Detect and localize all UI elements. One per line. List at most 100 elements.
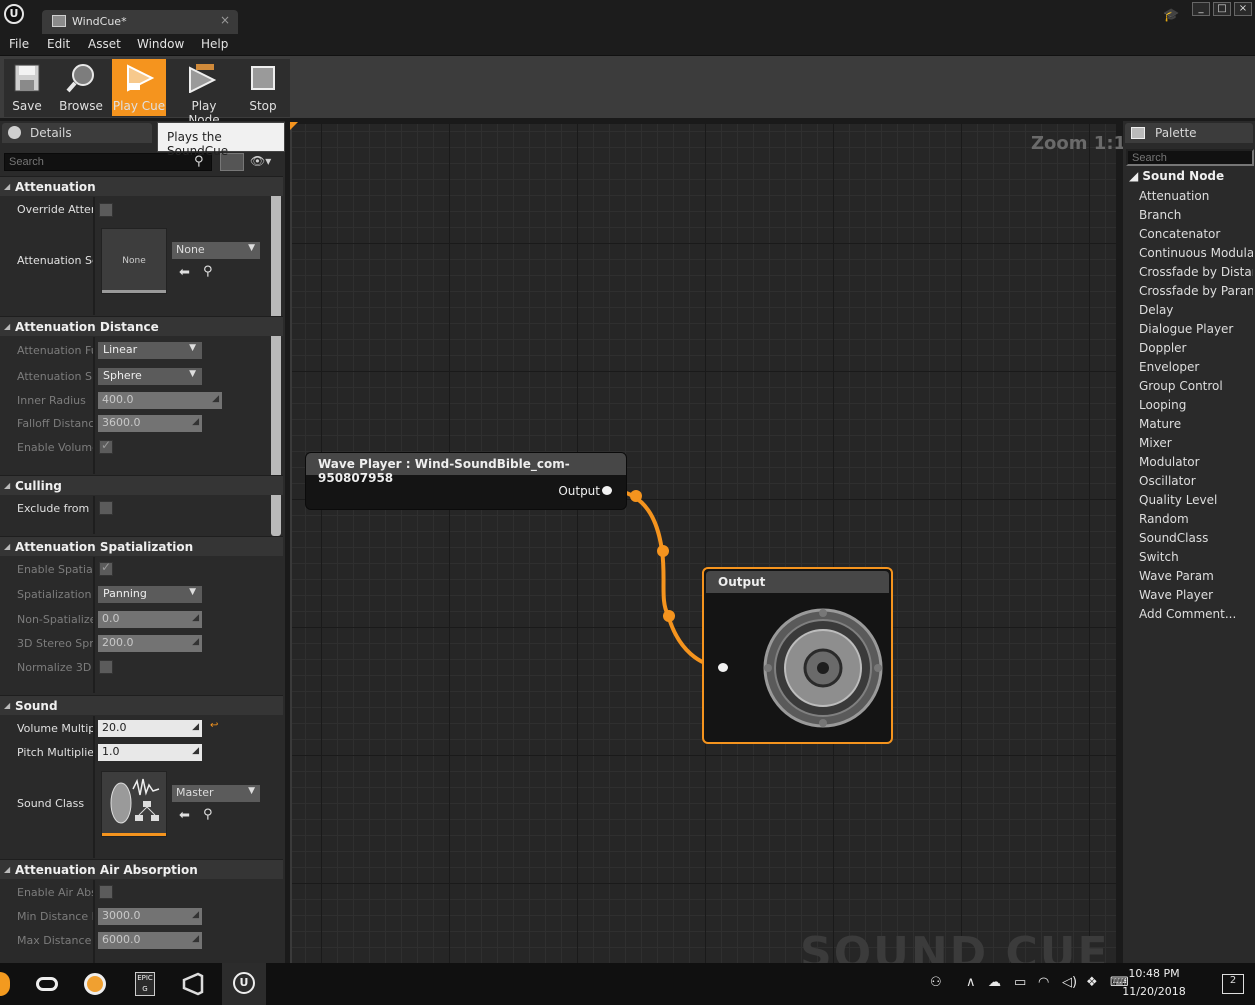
palette-item[interactable]: Crossfade by Distance	[1139, 265, 1253, 279]
volume-icon[interactable]: ◁)	[1062, 975, 1077, 990]
palette-item[interactable]: SoundClass	[1139, 531, 1253, 545]
section-attenuation[interactable]: Attenuation	[0, 176, 283, 196]
chevron-up-icon[interactable]: ∧	[966, 975, 976, 990]
play-cue-button[interactable]: Play Cue	[112, 59, 166, 116]
output-pin[interactable]	[602, 486, 612, 495]
pitch-multiplier-field[interactable]: 1.0 ◢	[98, 744, 202, 761]
palette-item[interactable]: Add Comment...	[1139, 607, 1253, 621]
battery-icon[interactable]: ▭	[1014, 975, 1026, 990]
sound-class-thumbnail[interactable]	[101, 771, 167, 837]
attenuation-function-combo[interactable]: Linear ▼	[98, 342, 202, 359]
palette-item[interactable]: Mature	[1139, 417, 1253, 431]
wire-knot[interactable]	[663, 610, 675, 622]
enable-spatialization-checkbox[interactable]	[99, 560, 113, 576]
close-window-button[interactable]: ×	[1234, 2, 1252, 16]
enable-volume-checkbox[interactable]	[99, 438, 113, 454]
asset-tab[interactable]: WindCue* ×	[42, 10, 238, 34]
stop-button[interactable]: Stop	[236, 59, 290, 116]
menu-edit[interactable]: Edit	[47, 37, 70, 51]
inner-radius-field[interactable]: 400.0 ◢	[98, 392, 222, 409]
max-distance-field[interactable]: 6000.0 ◢	[98, 932, 202, 949]
palette-item[interactable]: Oscillator	[1139, 474, 1253, 488]
enable-air-absorption-checkbox[interactable]	[99, 885, 113, 899]
palette-search-input[interactable]	[1126, 149, 1254, 166]
sound-class-combo[interactable]: Master ▼	[172, 785, 260, 802]
section-attenuation-spatialization[interactable]: Attenuation Spatialization	[0, 536, 283, 556]
save-button[interactable]: Save	[0, 59, 54, 116]
clock-date[interactable]: 11/20/2018	[1115, 985, 1193, 998]
section-air-absorption[interactable]: Attenuation Air Absorption	[0, 859, 283, 879]
dropbox-icon[interactable]: ❖	[1086, 975, 1098, 990]
close-tab-icon[interactable]: ×	[220, 13, 230, 27]
palette-item[interactable]: Wave Player	[1139, 588, 1253, 602]
section-culling[interactable]: Culling	[0, 475, 283, 495]
wave-player-node[interactable]: Wave Player : Wind-SoundBible_com-950807…	[305, 452, 627, 510]
normalize-stereo-checkbox[interactable]	[99, 660, 113, 674]
palette-item[interactable]: Quality Level	[1139, 493, 1253, 507]
input-pin[interactable]	[718, 663, 728, 672]
spatialization-method-combo[interactable]: Panning ▼	[98, 586, 202, 603]
override-attenuation-checkbox[interactable]	[99, 203, 113, 217]
clock-time[interactable]: 10:48 PM	[1115, 967, 1193, 980]
browse-button[interactable]: Browse	[54, 59, 108, 116]
attenuation-thumbnail[interactable]: None	[101, 228, 167, 294]
palette-item[interactable]: Random	[1139, 512, 1253, 526]
wire-knot[interactable]	[657, 545, 669, 557]
menu-help[interactable]: Help	[201, 37, 228, 51]
palette-item[interactable]: Continuous Modulator	[1139, 246, 1253, 260]
palette-tab[interactable]: Palette	[1125, 123, 1253, 143]
palette-item[interactable]: Attenuation	[1139, 189, 1253, 203]
section-attenuation-distance[interactable]: Attenuation Distance	[0, 316, 283, 336]
palette-item[interactable]: Delay	[1139, 303, 1253, 317]
stereo-spread-field[interactable]: 200.0 ◢	[98, 635, 202, 652]
menu-asset[interactable]: Asset	[88, 37, 121, 51]
palette-item[interactable]: Wave Param	[1139, 569, 1253, 583]
palette-item[interactable]: Mixer	[1139, 436, 1253, 450]
min-distance-field[interactable]: 3000.0 ◢	[98, 908, 202, 925]
exclude-reverb-checkbox[interactable]	[99, 501, 113, 515]
palette-item[interactable]: Dialogue Player	[1139, 322, 1253, 336]
visual-studio-icon[interactable]	[180, 971, 208, 997]
palette-item[interactable]: Branch	[1139, 208, 1253, 222]
output-node[interactable]: Output	[702, 567, 893, 744]
eye-icon[interactable]: 👁▾	[250, 154, 271, 168]
wire-knot[interactable]	[630, 490, 642, 502]
people-icon[interactable]: ⚇	[930, 975, 942, 990]
browse-asset-icon[interactable]: ⚲	[203, 807, 213, 822]
attenuation-shape-combo[interactable]: Sphere ▼	[98, 368, 202, 385]
cloud-icon[interactable]: ☁	[988, 975, 1001, 990]
app-partial-icon[interactable]	[0, 972, 10, 996]
palette-item[interactable]: Concatenator	[1139, 227, 1253, 241]
oculus-icon[interactable]	[34, 971, 62, 997]
wifi-icon[interactable]: ◠	[1038, 975, 1049, 990]
attenuation-asset-combo[interactable]: None ▼	[172, 242, 260, 259]
palette-item[interactable]: Switch	[1139, 550, 1253, 564]
section-sound[interactable]: Sound	[0, 695, 283, 715]
graduation-cap-icon[interactable]: 🎓	[1163, 8, 1181, 23]
use-selected-arrow-icon[interactable]: ⬅	[179, 808, 190, 823]
notification-icon[interactable]: 2	[1222, 974, 1244, 994]
browse-asset-icon[interactable]: ⚲	[203, 264, 213, 279]
palette-item[interactable]: Crossfade by Param	[1139, 284, 1253, 298]
menu-file[interactable]: File	[9, 37, 29, 51]
details-tab[interactable]: Details	[2, 123, 152, 143]
non-spatialized-radius-field[interactable]: 0.0 ◢	[98, 611, 202, 628]
browser-icon[interactable]	[82, 971, 110, 997]
play-node-button[interactable]: Play Node	[174, 59, 234, 127]
palette-item[interactable]: Looping	[1139, 398, 1253, 412]
use-selected-arrow-icon[interactable]: ⬅	[179, 265, 190, 280]
menu-window[interactable]: Window	[137, 37, 184, 51]
palette-category-sound-node[interactable]: ◢ Sound Node	[1129, 169, 1224, 183]
reset-to-default-icon[interactable]: ↩	[210, 720, 218, 731]
falloff-distance-field[interactable]: 3600.0 ◢	[98, 415, 202, 432]
palette-item[interactable]: Doppler	[1139, 341, 1253, 355]
volume-multiplier-field[interactable]: 20.0 ◢	[98, 720, 202, 737]
maximize-button[interactable]: □	[1213, 2, 1231, 16]
unreal-logo-icon[interactable]: U	[4, 4, 24, 24]
palette-item[interactable]: Modulator	[1139, 455, 1253, 469]
epic-games-icon[interactable]: EPIC G	[132, 971, 160, 997]
palette-item[interactable]: Group Control	[1139, 379, 1253, 393]
unreal-engine-taskbar-icon[interactable]: U	[222, 963, 266, 1005]
palette-item[interactable]: Enveloper	[1139, 360, 1253, 374]
minimize-button[interactable]: _	[1192, 2, 1210, 16]
